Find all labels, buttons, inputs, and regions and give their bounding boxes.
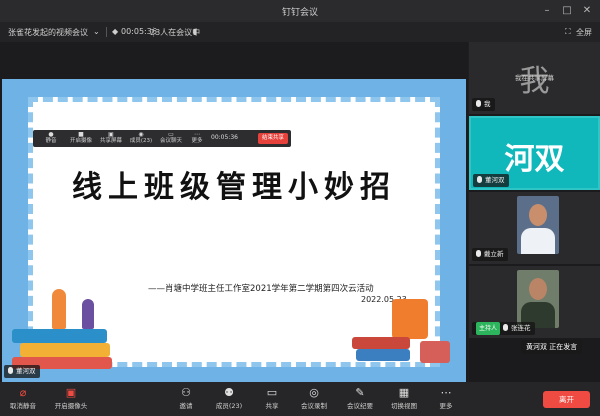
- sharebar-share-button[interactable]: ▣ 共享屏幕: [99, 131, 123, 146]
- fullscreen-label[interactable]: 全屏: [576, 27, 592, 38]
- window-title: 钉钉会议: [281, 8, 318, 18]
- stage-speaker-tag: 董河双: [4, 365, 40, 378]
- camera-icon: ■: [78, 131, 84, 138]
- start-camera-button[interactable]: ▣ 开启摄像头: [52, 386, 90, 410]
- meeting-window: 钉钉会议 – □ ✕ 张雀花发起的视频会议 ⌄ ◆ 00:05:36 23人在会…: [0, 0, 600, 416]
- end-share-button[interactable]: 结束共享: [258, 133, 288, 144]
- video-tile-participant[interactable]: 戴立新: [469, 192, 600, 264]
- notes-icon: ✎: [355, 386, 365, 399]
- microphone-icon: [477, 176, 482, 183]
- fullscreen-icon[interactable]: ⛶: [565, 27, 571, 37]
- participant-video: [517, 270, 559, 328]
- meeting-info-bar: 张雀花发起的视频会议 ⌄ ◆ 00:05:36 23人在会议中 ▮ ⛶ 全屏: [0, 22, 600, 42]
- tile-name-tag: 戴立新: [472, 248, 508, 261]
- shared-slide: 线上班级管理小妙招 ——肖塘中学班主任工作室2021学年第二学期第四次云活动 2…: [2, 79, 466, 382]
- video-tile-active-speaker[interactable]: 河双 董河双: [469, 116, 600, 190]
- avatar-initial: 河双: [504, 142, 565, 177]
- sharebar-chat-button[interactable]: ▭ 会议聊天: [159, 131, 183, 146]
- maximize-icon[interactable]: □: [560, 4, 574, 18]
- microphone-icon: [476, 250, 481, 257]
- tile-name-tag: 我: [472, 98, 495, 111]
- members-button[interactable]: ⚉ 成员(23): [212, 386, 246, 410]
- share-screen-icon: ▣: [108, 131, 114, 138]
- meeting-toolbar: ⌀ 取消静音 ▣ 开启摄像头 ⚇ 邀请 ⚉ 成员(23) ▭ 共享 ◎ 会议录制 ✎ 会议纪要…: [0, 382, 600, 416]
- video-tile-self[interactable]: 我 我在共享屏幕 我: [469, 42, 600, 114]
- share-screen-icon: ▭: [266, 386, 278, 399]
- more-button[interactable]: ⋯ 更多: [432, 386, 460, 410]
- switch-view-button[interactable]: ▦ 切换视图: [386, 386, 422, 410]
- shield-icon: ◆: [112, 27, 119, 36]
- minutes-button[interactable]: ✎ 会议纪要: [342, 386, 378, 410]
- books-illustration-left: [12, 289, 122, 369]
- add-user-icon: ⚇: [181, 386, 191, 399]
- close-icon[interactable]: ✕: [580, 4, 594, 18]
- sharebar-more-button[interactable]: ⋯ 更多: [185, 131, 209, 146]
- sharebar-members-button[interactable]: ◉ 成员(23): [129, 131, 153, 146]
- sharebar-camera-button[interactable]: ■ 开启摄像: [69, 131, 93, 146]
- members-icon: ⚉: [224, 386, 234, 399]
- grid-view-icon: ▦: [398, 386, 410, 399]
- minimize-icon[interactable]: –: [540, 4, 554, 18]
- tile-name-tag: 主持人 张连花: [472, 322, 535, 335]
- invite-button[interactable]: ⚇ 邀请: [172, 386, 200, 410]
- microphone-icon: [8, 367, 13, 374]
- video-tile-host[interactable]: 主持人 张连花: [469, 266, 600, 338]
- sharebar-mute-button[interactable]: ● 静音: [39, 131, 63, 146]
- video-tile-column: 我 我在共享屏幕 我 河双 董河双 戴立新 主持人 张连花: [469, 42, 600, 382]
- microphone-muted-icon: ⌀: [19, 386, 27, 399]
- microphone-icon: [503, 324, 509, 331]
- camera-off-icon: ▣: [65, 386, 77, 399]
- slide-heading: 线上班级管理小妙招: [72, 170, 396, 205]
- slide-subtitle: ——肖塘中学班主任工作室2021学年第二学期第四次云活动: [148, 284, 374, 294]
- microphone-icon: [476, 100, 481, 107]
- shared-screen-stage: 线上班级管理小妙招 ——肖塘中学班主任工作室2021学年第二学期第四次云活动 2…: [0, 42, 468, 382]
- participant-video: [517, 196, 559, 254]
- record-icon: ◎: [309, 386, 319, 399]
- tile-name-tag: 董河双: [473, 174, 509, 187]
- host-badge: 主持人: [476, 322, 501, 335]
- title-bar: 钉钉会议 – □ ✕: [0, 0, 600, 22]
- leave-button[interactable]: 离开: [543, 391, 590, 408]
- signal-icon: ▮: [193, 27, 198, 36]
- speaking-indicator: 黄河双 正在发言: [521, 340, 583, 354]
- meeting-name[interactable]: 张雀花发起的视频会议: [8, 27, 88, 38]
- record-button[interactable]: ◎ 会议录制: [296, 386, 332, 410]
- sharing-label: 我在共享屏幕: [515, 74, 554, 82]
- sharebar-time: 00:05:36: [211, 134, 238, 141]
- more-icon: ⋯: [440, 386, 452, 399]
- chevron-down-icon[interactable]: ⌄: [93, 27, 100, 36]
- microphone-icon: ●: [48, 131, 54, 138]
- chat-icon: ▭: [168, 131, 174, 138]
- books-illustration-right: [352, 279, 452, 369]
- members-icon: ◉: [138, 131, 144, 138]
- share-control-bar: ● 静音 ■ 开启摄像 ▣ 共享屏幕 ◉ 成员(23) ▭ 会议聊天 ⋯ 更多 00:05:…: [33, 130, 291, 147]
- more-icon: ⋯: [194, 131, 200, 138]
- unmute-button[interactable]: ⌀ 取消静音: [6, 386, 40, 410]
- share-button[interactable]: ▭ 共享: [258, 386, 286, 410]
